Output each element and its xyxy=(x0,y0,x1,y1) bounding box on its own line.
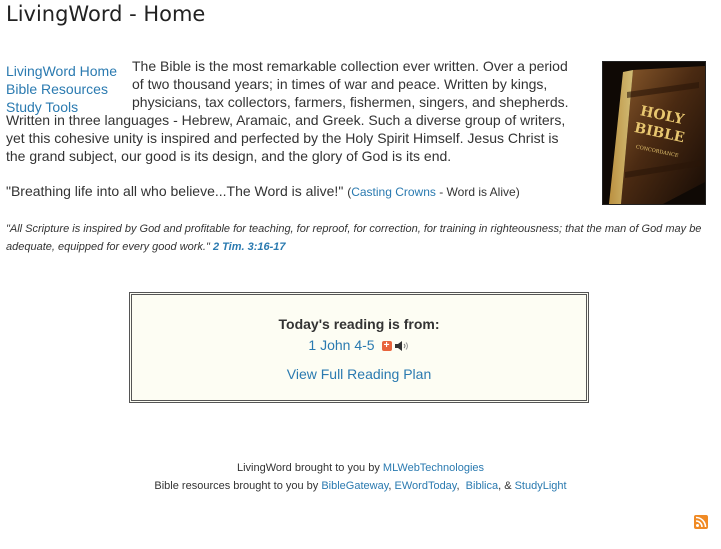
footer: LivingWord brought to you by MLWebTechno… xyxy=(0,459,721,495)
reading-passage-link[interactable]: 1 John 4-5 xyxy=(308,337,374,353)
speaker-icon[interactable] xyxy=(394,338,410,354)
footer-separator: , & xyxy=(498,480,515,492)
quote-text: "Breathing life into all who believe...T… xyxy=(6,183,344,199)
biblica-link[interactable]: Biblica xyxy=(466,480,498,492)
footer-resources-text: Bible resources brought to you by xyxy=(154,480,322,492)
holy-bible-image: HOLY BIBLE CONCORDANCE xyxy=(602,61,706,205)
footer-credit-text: LivingWord brought to you by xyxy=(236,462,383,474)
todays-reading-box: Today's reading is from: 1 John 4-5 + Vie… xyxy=(129,292,589,403)
reading-passage-row: 1 John 4-5 + xyxy=(132,337,586,354)
reading-title: Today's reading is from: xyxy=(278,316,440,332)
song-title: - Word is Alive) xyxy=(435,185,520,199)
side-navigation: LivingWord Home Bible Resources Study To… xyxy=(6,62,117,116)
plus-icon[interactable]: + xyxy=(381,341,392,352)
biblegateway-link[interactable]: BibleGateway xyxy=(321,480,388,492)
song-quote: "Breathing life into all who believe...T… xyxy=(6,183,520,199)
rss-icon[interactable] xyxy=(694,515,708,529)
casting-crowns-link[interactable]: Casting Crowns xyxy=(351,185,436,199)
view-reading-plan-link[interactable]: View Full Reading Plan xyxy=(287,366,432,382)
footer-line-1: LivingWord brought to you by MLWebTechno… xyxy=(0,459,721,477)
scripture-reference-link[interactable]: 2 Tim. 3:16-17 xyxy=(213,241,286,253)
page-title: LivingWord - Home xyxy=(6,2,206,26)
scripture-quote: "All Scripture is inspired by God and pr… xyxy=(6,220,711,256)
nav-bible-resources[interactable]: Bible Resources xyxy=(6,80,117,98)
nav-livingword-home[interactable]: LivingWord Home xyxy=(6,62,117,80)
studylight-link[interactable]: StudyLight xyxy=(515,480,567,492)
footer-separator: , xyxy=(456,480,466,492)
ewordtoday-link[interactable]: EWordToday xyxy=(395,480,457,492)
footer-line-2: Bible resources brought to you by BibleG… xyxy=(0,477,721,495)
mlwebtechnologies-link[interactable]: MLWebTechnologies xyxy=(383,462,484,474)
scripture-text: "All Scripture is inspired by God and pr… xyxy=(6,223,702,253)
nav-study-tools[interactable]: Study Tools xyxy=(6,98,117,116)
